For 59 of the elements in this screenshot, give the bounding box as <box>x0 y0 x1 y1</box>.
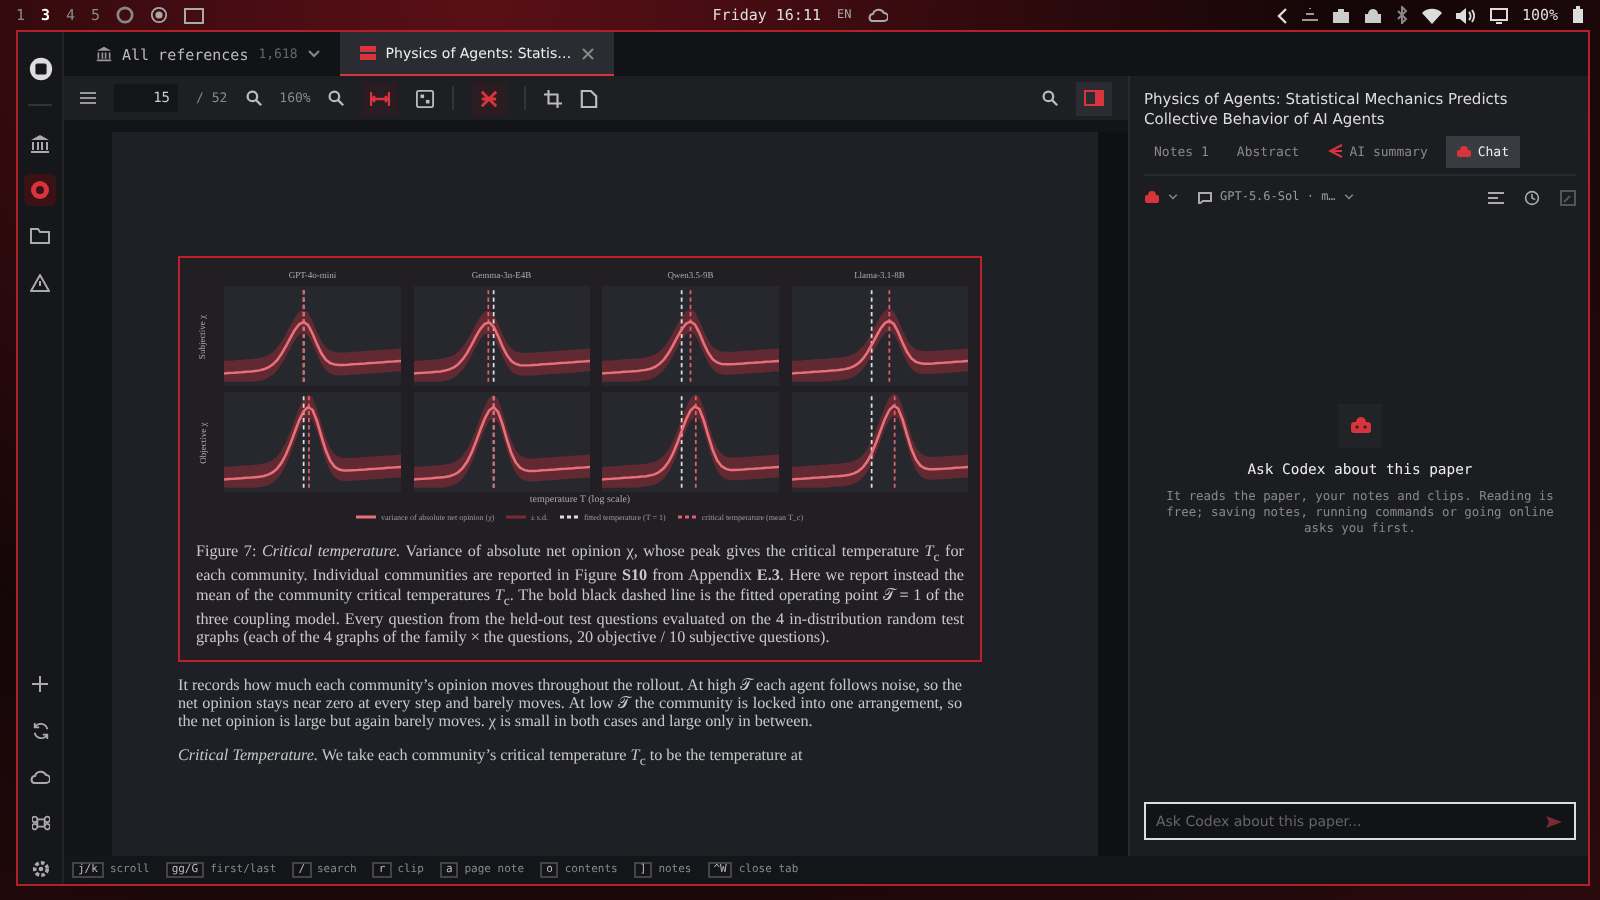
caret-icon[interactable] <box>307 50 320 58</box>
robot-icon <box>1144 190 1160 204</box>
legend-line-icon <box>506 514 527 520</box>
bank-icon <box>96 46 112 62</box>
zoom-out-icon[interactable] <box>245 90 262 106</box>
sidebar-toggle-icon[interactable] <box>80 92 96 104</box>
target-icon[interactable] <box>150 6 169 24</box>
legend-line-icon <box>356 514 377 520</box>
highlighter-icon <box>480 89 499 107</box>
highlight-mode-button[interactable] <box>472 81 507 115</box>
network-icon[interactable] <box>1301 8 1318 22</box>
caret-icon <box>1168 194 1178 200</box>
zoom-in-icon[interactable] <box>328 90 345 106</box>
body-paragraph: It records how much each community’s opinion moves throughout the rollout. At high 𝒯 each agent follows noise, so the net opinion stays near zero at every step and barely moves. At low 𝒯 the community is locked into one arrangement, so the net opinion is large but again barely moves. χ is small in both cases and large only in between. <box>178 675 962 731</box>
share-icon <box>1327 144 1344 158</box>
chevron-left-icon[interactable] <box>1275 7 1288 23</box>
robot-icon <box>1338 403 1382 447</box>
fit-page-icon[interactable] <box>416 89 435 107</box>
chat-bubble-icon <box>1198 191 1212 203</box>
panel-toggle-button[interactable] <box>1076 81 1112 115</box>
fit-width-icon <box>370 91 391 105</box>
battery-icon[interactable] <box>1572 6 1585 24</box>
display-icon[interactable] <box>1489 7 1508 23</box>
document-icon <box>359 46 376 60</box>
cloud-icon[interactable] <box>30 769 50 783</box>
search-icon[interactable] <box>1042 90 1058 106</box>
camera-icon[interactable] <box>1331 7 1350 23</box>
list-settings-icon[interactable] <box>1488 191 1504 203</box>
history-icon[interactable] <box>1524 189 1540 205</box>
bluetooth-icon[interactable] <box>1395 6 1408 24</box>
folder-icon <box>30 228 50 244</box>
close-icon[interactable] <box>581 47 594 59</box>
rail-nav-item[interactable] <box>24 174 56 206</box>
sync-icon[interactable] <box>31 721 49 739</box>
robot-icon[interactable] <box>1363 7 1382 23</box>
crop-icon[interactable] <box>544 89 563 107</box>
body-paragraph: Critical Temperature. We take each community’s critical temperature T$_{c}$ to be the temperature at <box>178 745 805 770</box>
settings-icon[interactable] <box>31 859 49 877</box>
monitor-icon[interactable] <box>184 7 205 23</box>
scrollbar-track[interactable] <box>1097 132 1128 856</box>
caret-icon <box>1343 194 1354 200</box>
wifi-icon[interactable] <box>1421 7 1442 23</box>
record-icon <box>30 180 50 200</box>
note-icon[interactable] <box>580 89 599 107</box>
robot-icon <box>1455 145 1472 157</box>
cloud-icon[interactable] <box>867 8 888 22</box>
circle-icon[interactable] <box>116 6 135 24</box>
fit-width-button[interactable] <box>362 81 399 115</box>
plus-icon[interactable] <box>32 676 48 692</box>
warning-icon <box>30 273 50 291</box>
bank-icon <box>30 134 50 154</box>
legend-line-icon <box>677 514 698 520</box>
command-icon[interactable] <box>31 813 49 831</box>
legend-line-icon <box>560 514 580 520</box>
figure-caption: Figure 7: Critical temperature. Variance of absolute net opinion χ, whose peak gives the critical temperature T$_{c}$ for each community. Individual communities are reported in Figure S10 from Appendix E.3. Here we report instead the mean of the community critical temperatures T$_{c}$. The bold black dashed line is the fitted operating point 𝒯 = 1 of the three coupling model. Every question from the held-out test questions evaluated on the 4 in-distribution random test graphs (each of the 4 graphs of the family × the questions, 20 objective / 10 subjective questions). <box>196 542 964 648</box>
volume-icon[interactable] <box>1455 7 1476 23</box>
side-panel-icon <box>1084 90 1104 106</box>
agent-selector[interactable] <box>1144 190 1178 204</box>
app-logo-icon[interactable] <box>27 56 53 82</box>
